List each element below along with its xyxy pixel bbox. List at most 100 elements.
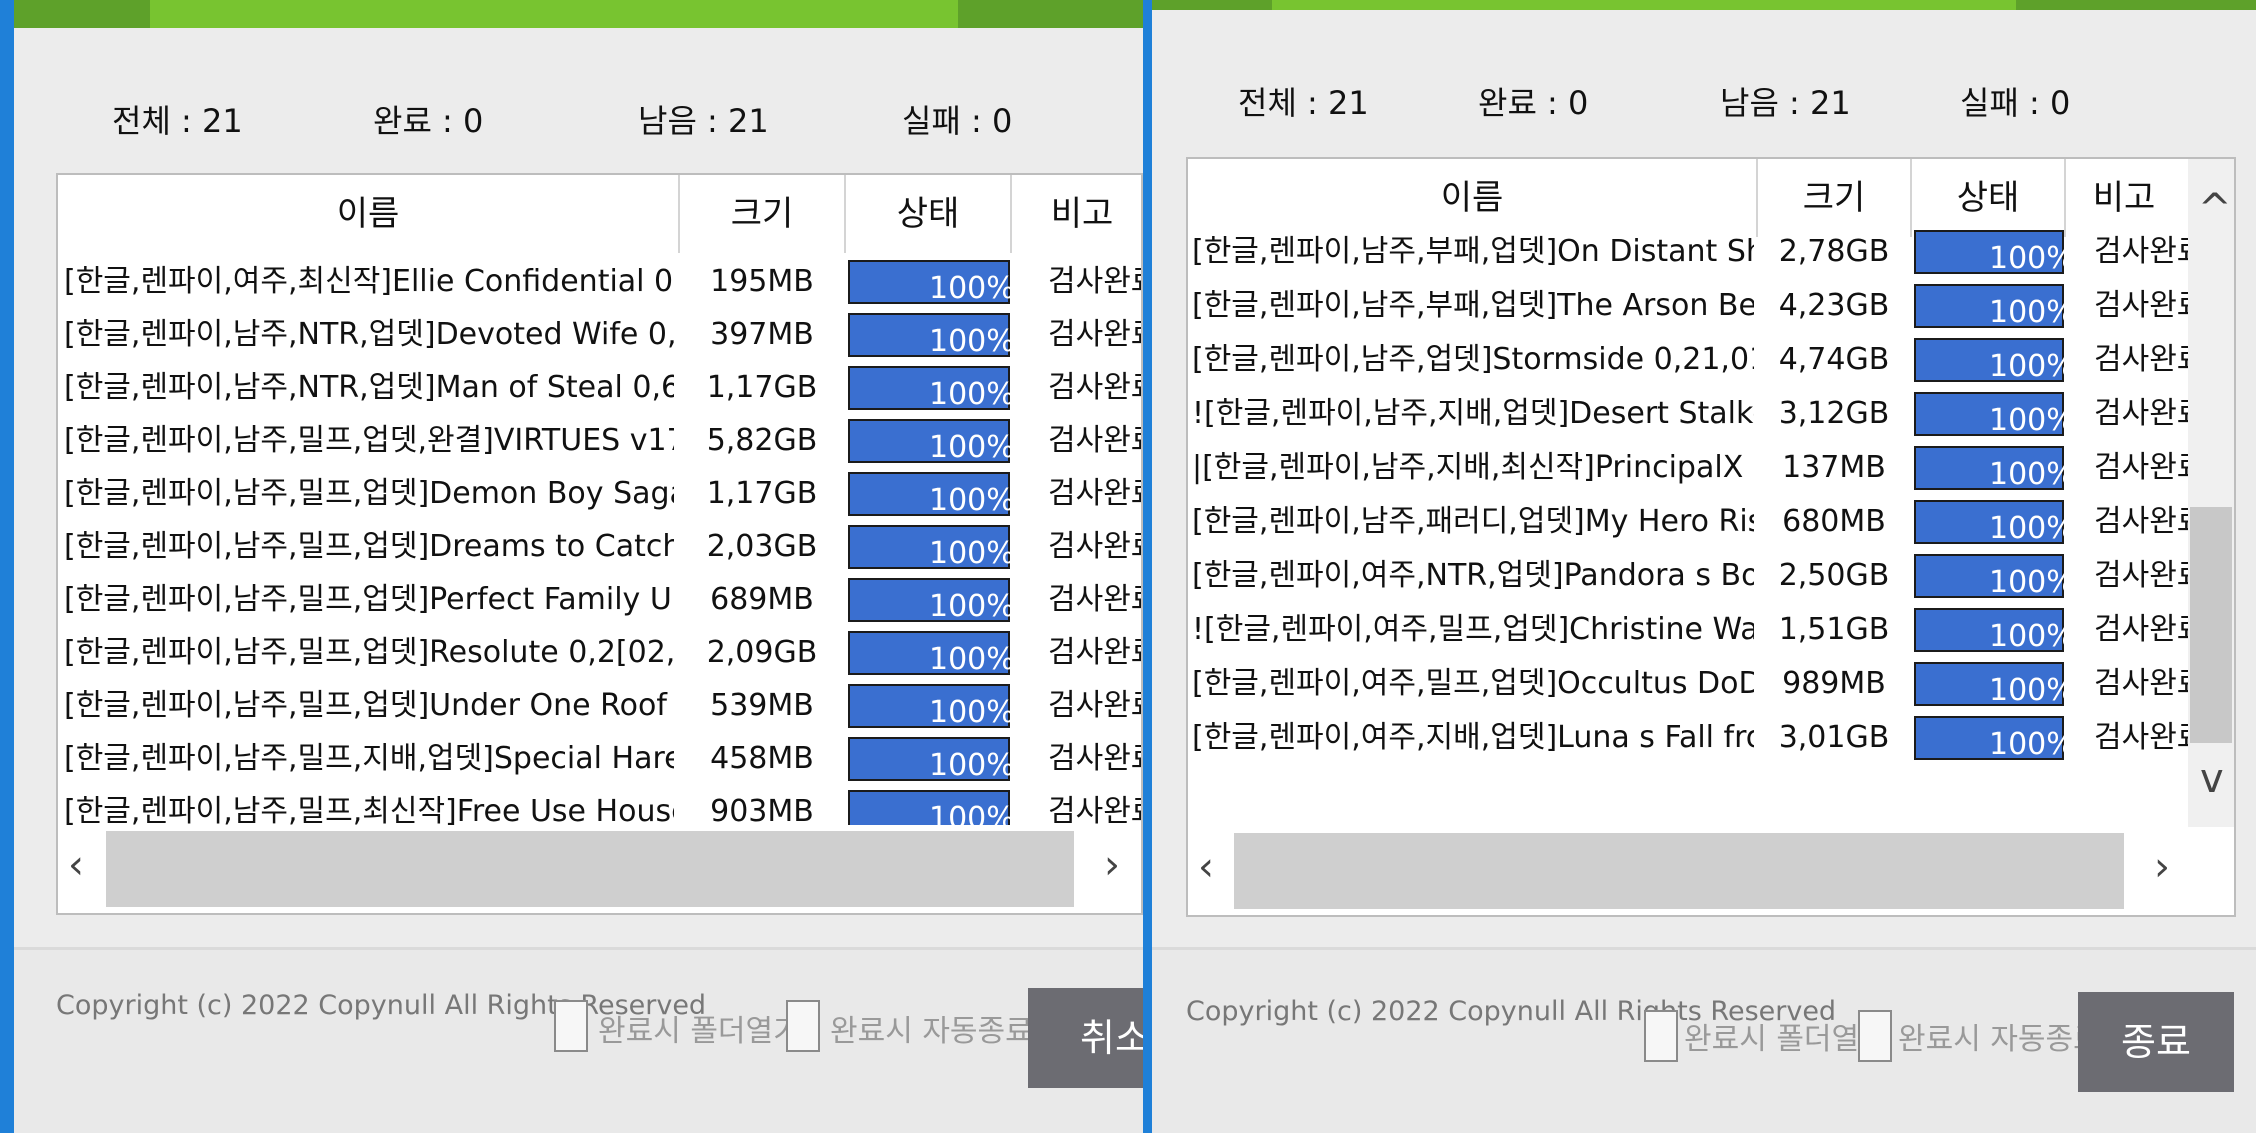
left-footer: Copyright (c) 2022 Copynull All Rights R…	[14, 947, 1143, 1133]
file-size: 4,23GB	[1778, 288, 1890, 323]
file-name: [한글,렌파이,여주,밀프,업뎃]Occultus DoD Ch,3 Revis…	[1192, 666, 1754, 701]
cancel-button[interactable]: 취소	[1028, 988, 1143, 1088]
right-table-row[interactable]: [한글,렌파이,여주,NTR,업뎃]Pandora s Box 2 0,14[0…	[1188, 549, 2234, 602]
right-table-row[interactable]: [한글,렌파이,여주,밀프,업뎃]Occultus DoD Ch,3 Revis…	[1188, 657, 2234, 710]
right-title-bar-segment-right	[2016, 0, 2256, 10]
file-name: |[한글,렌파이,남주,지배,최신작]PrincipalX 0,1[02,21]…	[1192, 450, 1754, 485]
left-table-row[interactable]: [한글,렌파이,남주,밀프,지배,업뎃]Special Harem Class …	[58, 732, 1141, 785]
right-table-row[interactable]: [한글,렌파이,남주,부패,업뎃]On Distant Shores 0,13[…	[1188, 225, 2234, 278]
progress-bar: 100%	[1914, 446, 2075, 492]
progress-bar: 100%	[848, 313, 1015, 359]
right-table-row[interactable]: |[한글,렌파이,남주,지배,최신작]PrincipalX 0,1[02,21]…	[1188, 441, 2234, 494]
right-scroll-down-icon[interactable]: v	[2200, 759, 2224, 799]
left-stat-failed: 실패 : 0	[902, 102, 1013, 140]
right-scroll-up-icon[interactable]: ^	[2198, 189, 2232, 229]
file-name: [한글,렌파이,남주,패러디,업뎃]My Hero Rising 0,51[02…	[1192, 504, 1754, 539]
file-name: [한글,렌파이,남주,밀프,업뎃]Under One Roof 0,13[02,…	[64, 688, 674, 723]
progress-bar: 100%	[848, 419, 1015, 465]
right-table-row[interactable]: [한글,렌파이,여주,지배,업뎃]Luna s Fall from Grace …	[1188, 711, 2234, 764]
progress-bar: 100%	[1914, 230, 2075, 276]
progress-fill: 100%	[1914, 230, 2075, 276]
progress-bar: 100%	[1914, 662, 2075, 708]
progress-fill: 100%	[848, 472, 1015, 518]
file-note: 검사완료	[2094, 396, 2188, 431]
left-hscroll-thumb[interactable]	[106, 831, 1074, 907]
progress-fill: 100%	[1914, 716, 2075, 762]
left-stats: 전체 : 21 완료 : 0 남음 : 21 실패 : 0	[14, 96, 1143, 140]
file-note: 검사완료	[2094, 450, 2188, 485]
progress-bar: 100%	[848, 737, 1015, 783]
progress-fill: 100%	[1914, 392, 2075, 438]
file-size: 3,12GB	[1778, 396, 1890, 431]
progress-bar: 100%	[1914, 392, 2075, 438]
right-vscroll-thumb[interactable]	[2190, 507, 2232, 743]
right-table-row[interactable]: [한글,렌파이,남주,부패,업뎃]The Arson Betrayal 0,6,…	[1188, 279, 2234, 332]
left-table-row[interactable]: [한글,렌파이,남주,밀프,업뎃]Under One Roof 0,13[02,…	[58, 679, 1141, 732]
progress-label: 100%	[1989, 727, 2075, 762]
left-table-row[interactable]: [한글,렌파이,남주,밀프,업뎃]Dreams to Catch 0,30[02…	[58, 520, 1141, 573]
progress-fill: 100%	[1914, 662, 2075, 708]
left-auto-exit-checkbox[interactable]	[786, 1000, 820, 1052]
file-size: 680MB	[1782, 504, 1886, 539]
left-col-name[interactable]: 이름	[58, 175, 678, 253]
left-file-list[interactable]: 이름 크기 상태 비고 [한글,렌파이,여주,최신작]Ellie Confide…	[56, 173, 1143, 915]
left-table-row[interactable]: [한글,렌파이,남주,밀프,업뎃]Resolute 0,2[02,21],zip…	[58, 626, 1141, 679]
left-table-row[interactable]: [한글,렌파이,여주,최신작]Ellie Confidential 0,2[02…	[58, 255, 1141, 308]
left-table-row[interactable]: [한글,렌파이,남주,밀프,업뎃,완결]VIRTUES v17[02,21][강…	[58, 414, 1141, 467]
left-col-status[interactable]: 상태	[846, 175, 1010, 253]
file-note: 검사완료	[2094, 558, 2188, 593]
file-size: 2,50GB	[1778, 558, 1890, 593]
file-note: 검사완료	[1048, 741, 1141, 776]
left-table-row[interactable]: [한글,렌파이,남주,NTR,업뎃]Devoted Wife 0,17,1[02…	[58, 308, 1141, 361]
window-divider	[1143, 0, 1152, 1133]
right-hscroll[interactable]: ‹ ›	[1188, 827, 2234, 915]
left-col-size[interactable]: 크기	[680, 175, 844, 253]
right-file-list[interactable]: 이름 크기 상태 비고 [한글,렌파이,남주,부패,업뎃]On Distant …	[1186, 157, 2236, 917]
progress-bar: 100%	[1914, 716, 2075, 762]
progress-fill: 100%	[1914, 608, 2075, 654]
progress-label: 100%	[1989, 349, 2075, 384]
right-auto-exit-label: 완료시 자동종료	[1898, 1022, 2101, 1057]
right-scroll-left-icon[interactable]: ‹	[1198, 847, 1214, 887]
file-name: [한글,렌파이,남주,밀프,업뎃]Perfect Family Up,2[02,…	[64, 582, 674, 617]
file-note: 검사완료	[2094, 504, 2188, 539]
right-table-row[interactable]: ![한글,렌파이,여주,밀프,업뎃]Christine Watson 2,0c,…	[1188, 603, 2234, 656]
file-name: [한글,렌파이,남주,밀프,업뎃,완결]VIRTUES v17[02,21][강…	[64, 423, 674, 458]
left-table-row[interactable]: [한글,렌파이,남주,밀프,업뎃]Demon Boy Saga 0,61[02,…	[58, 467, 1141, 520]
right-hscroll-thumb[interactable]	[1234, 833, 2124, 909]
left-hscroll[interactable]: ‹ ›	[58, 825, 1141, 913]
right-open-folder-label: 완료시 폴더열기	[1684, 1022, 1887, 1057]
right-stats: 전체 : 21 완료 : 0 남음 : 21 실패 : 0	[1152, 78, 2256, 122]
left-col-note[interactable]: 비고	[1012, 175, 1141, 253]
left-table-row[interactable]: [한글,렌파이,남주,NTR,업뎃]Man of Steal 0,6[02,21…	[58, 361, 1141, 414]
right-scroll-right-icon[interactable]: ›	[2154, 847, 2170, 887]
right-open-folder-checkbox[interactable]	[1644, 1010, 1678, 1062]
file-size: 3,01GB	[1778, 720, 1890, 755]
exit-button-label: 종료	[2121, 1020, 2191, 1064]
file-note: 검사완료	[1048, 688, 1141, 723]
cancel-button-label: 취소	[1080, 1016, 1143, 1060]
left-scroll-left-icon[interactable]: ‹	[68, 845, 84, 885]
left-table-row[interactable]: [한글,렌파이,남주,밀프,업뎃]Perfect Family Up,2[02,…	[58, 573, 1141, 626]
progress-bar: 100%	[1914, 554, 2075, 600]
right-vscroll[interactable]: ^ v	[2188, 159, 2234, 827]
progress-fill: 100%	[1914, 284, 2075, 330]
right-table-row[interactable]: [한글,렌파이,남주,업뎃]Stormside 0,21,01[02,21],z…	[1188, 333, 2234, 386]
left-scroll-right-icon[interactable]: ›	[1104, 845, 1120, 885]
right-title-bar-segment	[1152, 0, 1272, 10]
file-note: 검사완료	[1048, 317, 1141, 352]
exit-button[interactable]: 종료	[2078, 992, 2234, 1092]
right-table-row[interactable]: [한글,렌파이,남주,패러디,업뎃]My Hero Rising 0,51[02…	[1188, 495, 2234, 548]
left-title-bar-segment	[14, 0, 150, 28]
left-title-bar	[14, 0, 1143, 28]
progress-label: 100%	[1989, 619, 2075, 654]
left-open-folder-checkbox[interactable]	[554, 1000, 588, 1052]
file-size: 2,78GB	[1778, 234, 1890, 269]
file-note: 검사완료	[1048, 423, 1141, 458]
file-name: [한글,렌파이,남주,NTR,업뎃]Man of Steal 0,6[02,21…	[64, 370, 674, 405]
right-table-row[interactable]: ![한글,렌파이,남주,지배,업뎃]Desert Stalker 0,12b[0…	[1188, 387, 2234, 440]
right-auto-exit-checkbox[interactable]	[1858, 1010, 1892, 1062]
file-size: 539MB	[710, 688, 814, 723]
progress-bar: 100%	[1914, 608, 2075, 654]
progress-bar: 100%	[848, 525, 1015, 571]
